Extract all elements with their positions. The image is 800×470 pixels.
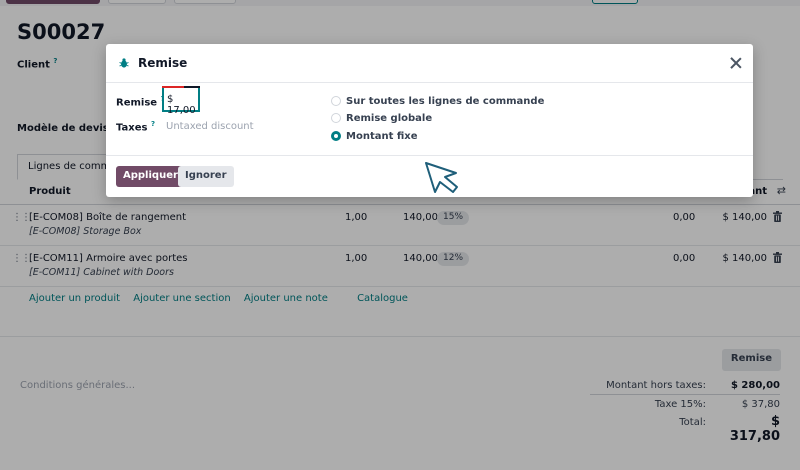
ignore-button[interactable]: Ignorer	[178, 166, 234, 187]
mouse-cursor-icon	[425, 162, 458, 193]
discount-amount-label: Remise ?	[116, 95, 165, 108]
radio-label: Montant fixe	[346, 130, 418, 142]
dialog-title: Remise	[138, 56, 188, 70]
radio-all-order-lines[interactable]: Sur toutes les lignes de commande	[331, 95, 544, 107]
radio-label: Sur toutes les lignes de commande	[346, 95, 545, 107]
radio-global-discount[interactable]: Remise globale	[331, 112, 432, 124]
help-tooltip-icon[interactable]: ?	[151, 120, 155, 128]
divider	[106, 155, 753, 156]
taxes-input[interactable]: Untaxed discount	[166, 121, 254, 132]
taxes-label: Taxes ?	[116, 120, 156, 134]
discount-amount-input[interactable]: $ 17,00	[162, 86, 200, 116]
bug-icon	[119, 58, 129, 68]
radio-button[interactable]	[331, 96, 341, 106]
radio-label: Remise globale	[346, 112, 433, 124]
apply-button[interactable]: Appliquer	[116, 166, 185, 187]
close-icon[interactable]	[728, 55, 744, 71]
radio-button[interactable]	[331, 113, 341, 123]
dialog-header: Remise	[106, 44, 753, 83]
radio-button-selected[interactable]	[331, 131, 341, 141]
radio-fixed-amount[interactable]: Montant fixe	[331, 130, 418, 142]
